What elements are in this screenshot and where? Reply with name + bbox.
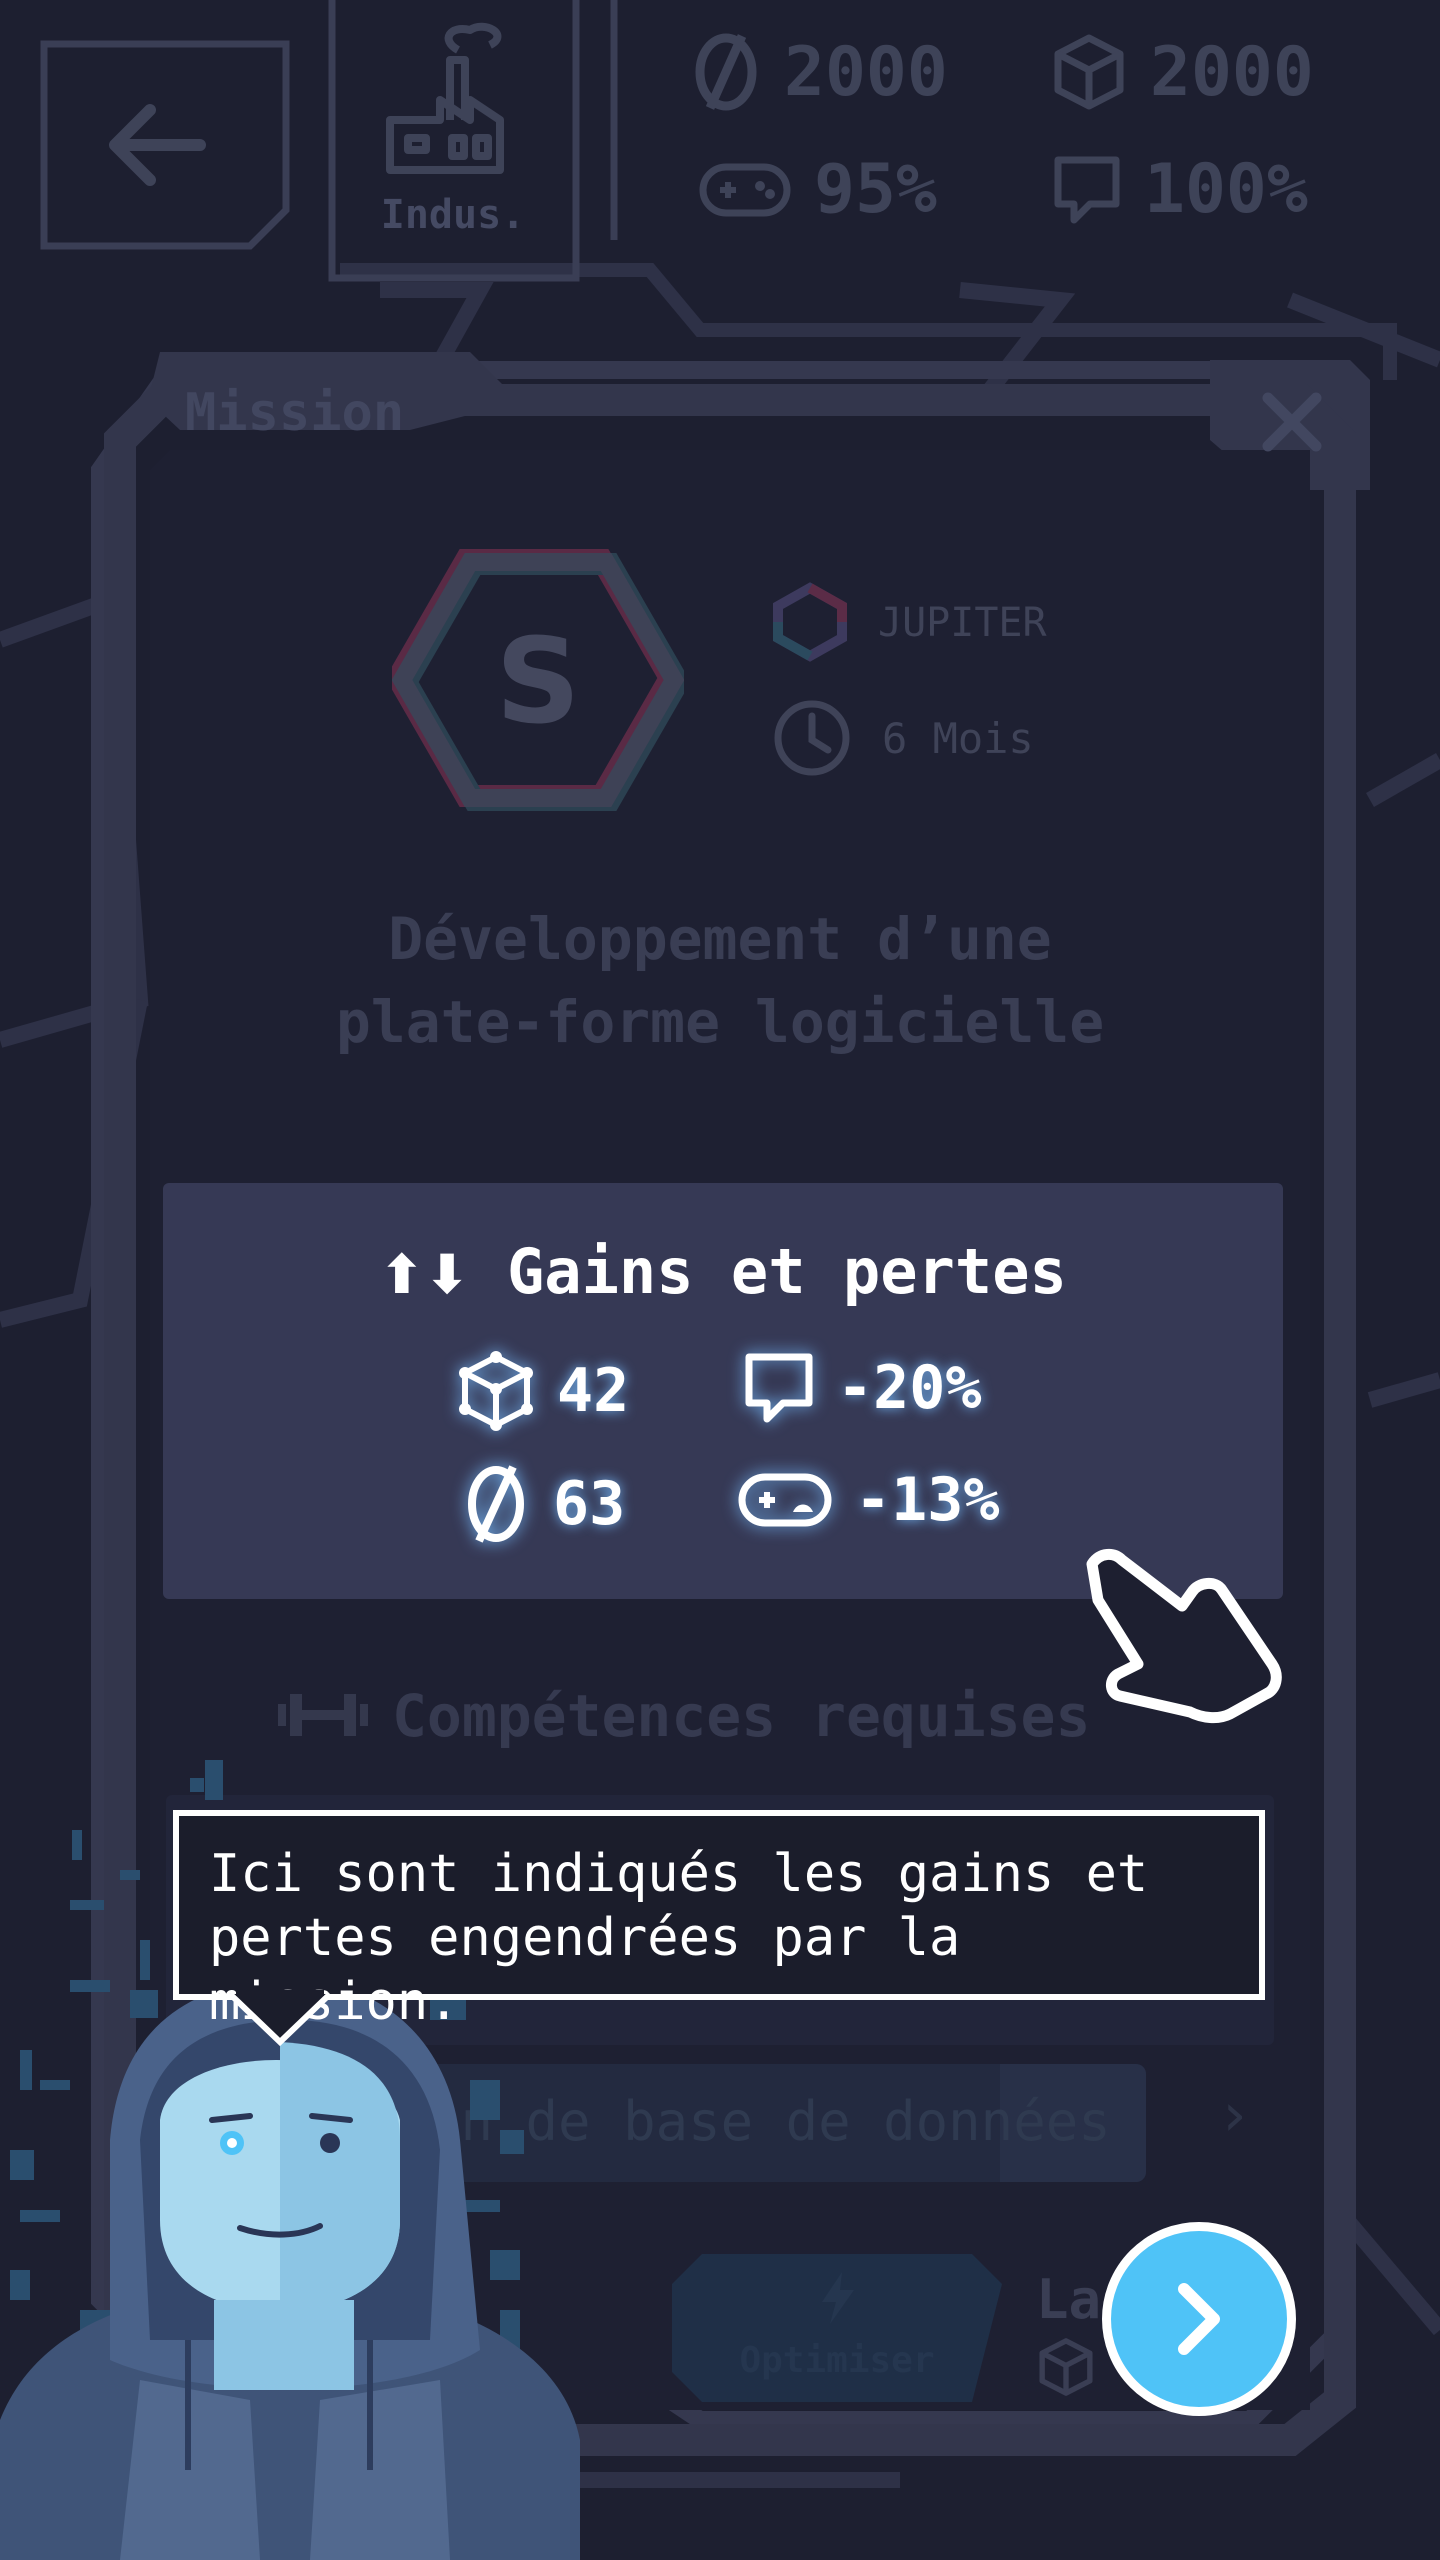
reputation-loss-value: -20%	[837, 1353, 982, 1423]
gamepad-icon	[699, 163, 791, 216]
speech-bubble-icon	[1054, 156, 1120, 223]
dumbbell-icon	[278, 1694, 368, 1736]
hacker-avatar	[0, 1980, 580, 2560]
cube-icon	[1054, 34, 1124, 110]
money-stat: 2000	[690, 32, 948, 112]
satisfaction-loss-value: -13%	[855, 1465, 1000, 1535]
skills-title: Compétences requises	[392, 1682, 1091, 1750]
tutorial-text: Ici sont indiqués les gains et pertes en…	[209, 1844, 1149, 2032]
reputation-stat: 100%	[1052, 150, 1308, 229]
money-gain-value: 63	[553, 1469, 626, 1539]
mission-duration: 6 Mois	[882, 714, 1034, 763]
gains-losses-panel: ⬆⬇ Gains et pertes 42 -20% 63 -13%	[163, 1183, 1283, 1599]
money-gain: 63	[461, 1463, 625, 1545]
tutorial-speech-bubble: Ici sont indiqués les gains et pertes en…	[173, 1810, 1265, 2032]
back-button[interactable]	[40, 40, 290, 250]
category-label: Indus.	[380, 192, 526, 238]
optimize-label: Optimiser	[739, 2340, 935, 2381]
next-button[interactable]	[1102, 2222, 1296, 2416]
gains-losses-label: Gains et pertes	[506, 1235, 1067, 1308]
client-logo-icon	[773, 582, 847, 662]
optimize-button[interactable]: Optimiser	[672, 2254, 1002, 2402]
cube-icon	[459, 1351, 533, 1431]
satisfaction-loss: -13%	[737, 1465, 1000, 1535]
gamepad-icon	[738, 1473, 832, 1527]
satisfaction-value: 95%	[814, 150, 937, 229]
knowledge-gain: 42	[457, 1351, 629, 1431]
up-down-arrows-icon: ⬆⬇	[379, 1243, 470, 1306]
reputation-value: 100%	[1144, 150, 1308, 229]
slashed-coin-icon	[468, 1465, 524, 1543]
slashed-coin-icon	[695, 33, 757, 111]
knowledge-stat: 2000	[1050, 32, 1314, 112]
category-tab[interactable]: Indus.	[328, 0, 618, 282]
mission-title-line1: Développement d’une	[388, 905, 1052, 973]
cube-icon	[1039, 2338, 1093, 2396]
skill-row-chevron[interactable]: ›	[1216, 2080, 1252, 2150]
factory-icon	[386, 22, 504, 174]
reputation-loss: -20%	[743, 1351, 982, 1425]
knowledge-gain-value: 42	[557, 1356, 630, 1426]
client-name: JUPITER	[878, 600, 1047, 646]
chevron-right-icon	[1178, 2283, 1220, 2355]
hand-pointer-icon	[1086, 1549, 1282, 1724]
mission-title-line2: plate-forme logicielle	[335, 988, 1105, 1056]
lightning-icon	[822, 2272, 854, 2324]
close-icon	[1262, 392, 1322, 452]
speech-bubble-tail	[230, 1990, 330, 2047]
money-value: 2000	[784, 32, 948, 112]
mission-grade: S	[495, 612, 581, 750]
speech-bubble-icon	[745, 1353, 813, 1423]
gains-losses-title: ⬆⬇ Gains et pertes	[163, 1235, 1283, 1308]
mission-tab-label: Mission	[185, 383, 405, 443]
satisfaction-stat: 95%	[698, 150, 937, 229]
clock-icon	[774, 700, 850, 776]
knowledge-value: 2000	[1150, 32, 1314, 112]
launch-label: La	[1036, 2268, 1102, 2331]
close-button[interactable]	[1252, 382, 1332, 462]
